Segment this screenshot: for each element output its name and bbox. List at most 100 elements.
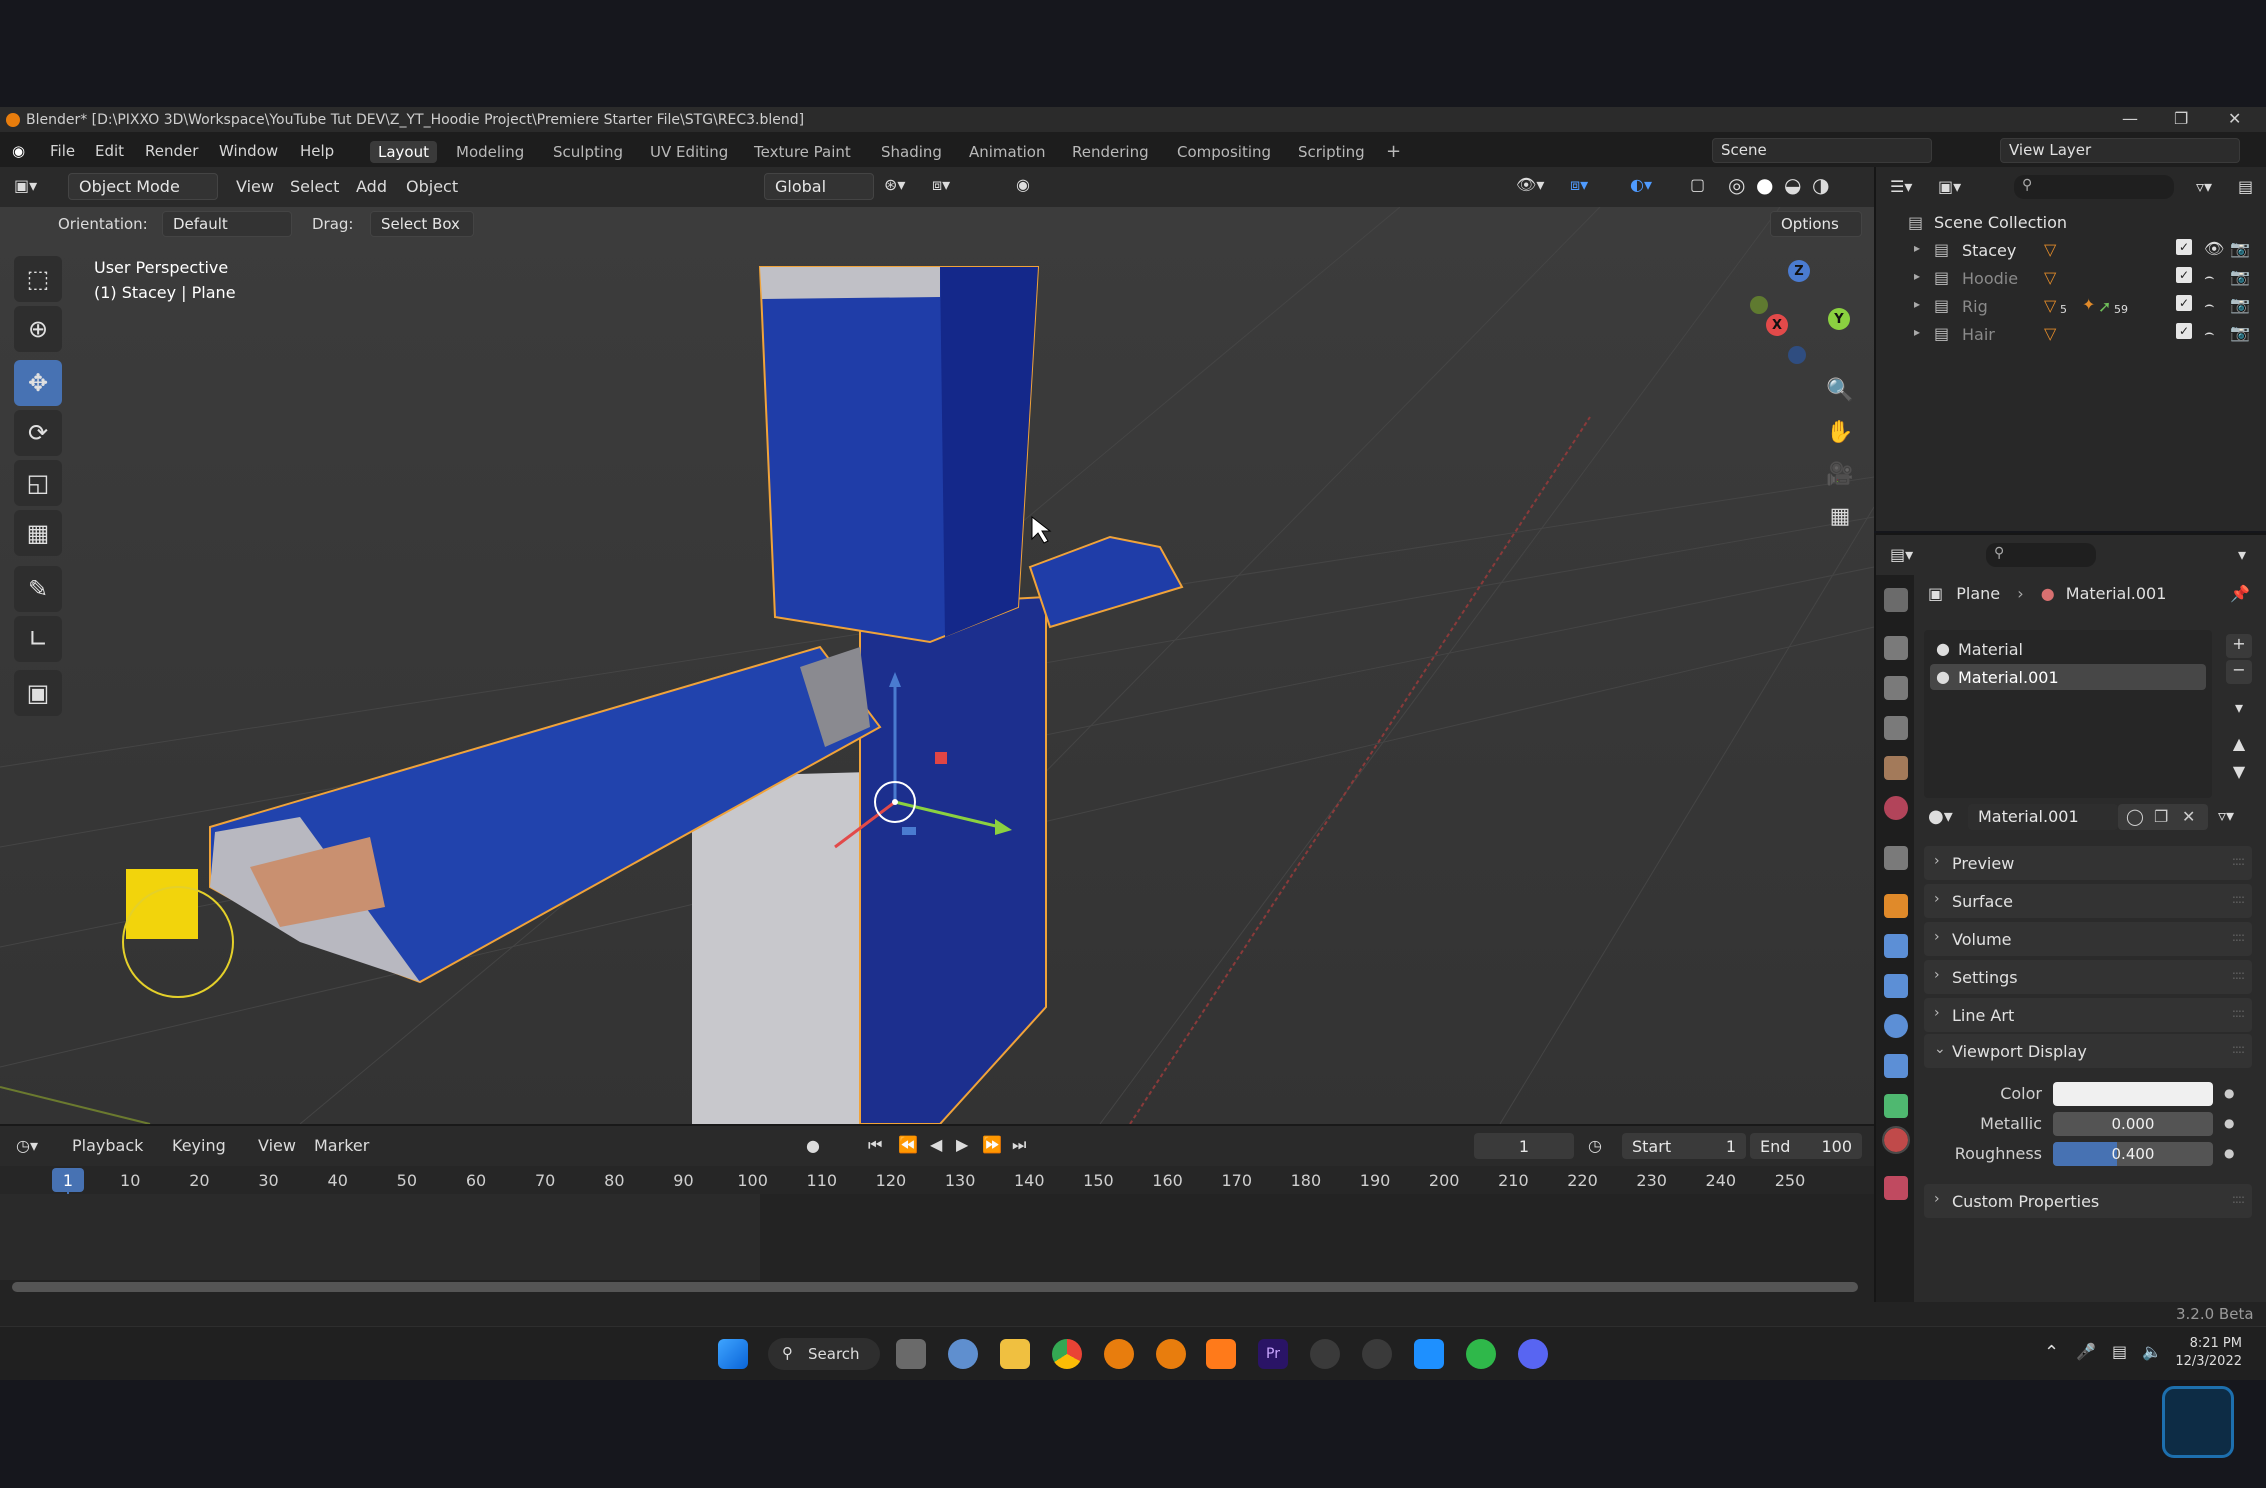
obs-icon[interactable] (1310, 1339, 1340, 1369)
object-tab-icon[interactable] (1884, 894, 1908, 918)
menu-file[interactable]: File (50, 142, 75, 160)
end-frame-field[interactable]: End 100 (1750, 1133, 1862, 1159)
app-icon-generic[interactable] (1362, 1339, 1392, 1369)
exclude-checkbox[interactable]: ✓ (2176, 267, 2192, 283)
file-explorer-icon[interactable] (1000, 1339, 1030, 1369)
scene-selector[interactable]: Scene (1712, 138, 1932, 163)
orientation-dropdown[interactable]: Default (162, 211, 292, 237)
move-slot-down-icon[interactable]: ▼ (2226, 762, 2252, 786)
play-reverse-icon[interactable]: ◀ (930, 1135, 942, 1154)
output-tab-icon[interactable] (1884, 676, 1908, 700)
menu-keying[interactable]: Keying (172, 1136, 226, 1155)
sync-icon[interactable] (1466, 1339, 1496, 1369)
next-keyframe-icon[interactable]: ⏩ (982, 1135, 1002, 1154)
tab-layout[interactable]: Layout (370, 141, 437, 163)
tab-modeling[interactable]: Modeling (448, 141, 532, 163)
material-shading-icon[interactable]: ◒ (1784, 173, 1801, 197)
editor-type-icon[interactable]: ▣▾ (14, 176, 37, 195)
hidden-eye-icon[interactable]: ⌢ (2204, 295, 2215, 315)
exclude-checkbox[interactable]: ✓ (2176, 323, 2192, 339)
network-icon[interactable]: ▤ (2112, 1342, 2127, 1361)
camera-render-icon[interactable]: 📷 (2230, 295, 2250, 314)
fake-user-shield-icon[interactable]: ◯ (2126, 807, 2144, 826)
properties-search[interactable]: ⚲ (1986, 543, 2096, 567)
material-name-field[interactable]: Material.001 (1968, 804, 2118, 830)
new-collection-icon[interactable]: ▤ (2238, 177, 2253, 196)
exclude-checkbox[interactable]: ✓ (2176, 295, 2192, 311)
start-frame-field[interactable]: Start 1 (1622, 1133, 1746, 1159)
modifier-tab-icon[interactable] (1884, 934, 1908, 958)
add-workspace-button[interactable]: + (1378, 139, 1409, 164)
collection-tab-icon[interactable] (1884, 846, 1908, 870)
options-dropdown[interactable]: Options (1770, 211, 1862, 237)
xray-icon[interactable]: ▢ (1690, 175, 1705, 194)
expand-arrow-icon[interactable]: ▸ (1914, 297, 1920, 311)
tab-shading[interactable]: Shading (873, 141, 950, 163)
outliner-scene-collection[interactable]: ▤ Scene Collection (1874, 209, 2266, 237)
tab-rendering[interactable]: Rendering (1064, 141, 1157, 163)
drag-grip-icon[interactable]: :::: (2232, 1042, 2245, 1056)
remove-slot-button[interactable]: − (2226, 660, 2252, 684)
tab-compositing[interactable]: Compositing (1169, 141, 1279, 163)
tab-scripting[interactable]: Scripting (1290, 141, 1373, 163)
move-tool[interactable]: ✥ (14, 360, 62, 406)
mode-selector[interactable]: Object Mode (68, 173, 218, 200)
rendered-shading-icon[interactable]: ◑ (1812, 173, 1829, 197)
material-tab-icon[interactable] (1882, 1126, 1910, 1154)
microphone-icon[interactable]: 🎤 (2076, 1342, 2096, 1361)
camera-view-icon[interactable]: 🎥 (1822, 456, 1858, 492)
pivot-icon[interactable]: ⊛▾ (884, 175, 905, 194)
outliner-editor-icon[interactable]: ☰▾ (1890, 177, 1912, 196)
node-filter-icon[interactable]: ▿▾ (2218, 806, 2234, 825)
gizmo-neg-y-axis[interactable] (1750, 296, 1768, 314)
transform-orientation[interactable]: Global (764, 173, 874, 200)
duplicate-material-icon[interactable]: ❐ (2154, 807, 2168, 826)
drag-dropdown[interactable]: Select Box (370, 211, 474, 237)
record-icon[interactable]: ● (806, 1136, 820, 1155)
wireframe-shading-icon[interactable]: ◎ (1728, 173, 1745, 197)
menu-timeline-view[interactable]: View (258, 1136, 296, 1155)
overlays-icon[interactable]: ◐▾ (1630, 175, 1652, 194)
minimize-icon[interactable]: — (2122, 109, 2138, 128)
gizmo-x-axis[interactable]: X (1766, 314, 1788, 336)
snap-icon[interactable]: ⧈▾ (932, 175, 950, 195)
visibility-icon[interactable]: 👁▾ (1516, 175, 1544, 194)
keyframe-dot-icon[interactable]: ● (2224, 1086, 2234, 1100)
material-browse-icon[interactable]: ●▾ (1928, 806, 1953, 827)
timeline-editor-type-icon[interactable]: ◷▾ (16, 1136, 38, 1155)
keyframe-dot-icon[interactable]: ● (2224, 1146, 2234, 1160)
volume-icon[interactable]: 🔈 (2142, 1342, 2162, 1361)
slot-specials-icon[interactable]: ▾ (2226, 698, 2252, 722)
gizmo-z-axis[interactable]: Z (1788, 260, 1810, 282)
display-mode-icon[interactable]: ▣▾ (1938, 177, 1961, 196)
tab-uv-editing[interactable]: UV Editing (642, 141, 736, 163)
drag-grip-icon[interactable]: :::: (2232, 854, 2245, 868)
gizmo-y-axis[interactable]: Y (1828, 308, 1850, 330)
data-tab-icon[interactable] (1884, 1094, 1908, 1118)
panel-line-art[interactable]: › Line Art:::: (1924, 998, 2252, 1032)
camera-render-icon[interactable]: 📷 (2230, 239, 2250, 258)
constraints-tab-icon[interactable] (1884, 1054, 1908, 1078)
clock-icon[interactable]: ◷ (1588, 1136, 1602, 1155)
panel-surface[interactable]: › Surface:::: (1924, 884, 2252, 918)
camera-render-icon[interactable]: 📷 (2230, 323, 2250, 342)
outliner-collection-stacey[interactable]: ▸ ▤ Stacey ▽ ✓ 👁 📷 (1874, 237, 2266, 265)
exclude-checkbox[interactable]: ✓ (2176, 239, 2192, 255)
drag-grip-icon[interactable]: :::: (2232, 930, 2245, 944)
pin-icon[interactable]: 📌 (2230, 584, 2250, 603)
menu-window[interactable]: Window (219, 142, 278, 160)
outliner-collection-hair[interactable]: ▸ ▤ Hair ▽ ✓ ⌢ 📷 (1874, 321, 2266, 349)
current-frame-field[interactable]: 1 (1474, 1133, 1574, 1159)
3d-viewport[interactable] (0, 207, 1874, 1124)
menu-add[interactable]: Add (356, 177, 387, 196)
select-box-tool[interactable]: ⬚ (14, 256, 62, 302)
gizmo-neg-z-axis[interactable] (1788, 346, 1806, 364)
scale-tool[interactable]: ◱ (14, 460, 62, 506)
properties-editor-icon[interactable]: ▤▾ (1890, 545, 1913, 564)
view-layer-selector[interactable]: View Layer (2000, 138, 2240, 163)
hidden-eye-icon[interactable]: ⌢ (2204, 323, 2215, 343)
light-object[interactable] (126, 869, 198, 939)
filter-icon[interactable]: ▿▾ (2196, 177, 2212, 196)
roughness-slider[interactable]: 0.400 (2053, 1142, 2213, 1166)
gizmo-toggle-icon[interactable]: ⧈▾ (1570, 175, 1588, 195)
